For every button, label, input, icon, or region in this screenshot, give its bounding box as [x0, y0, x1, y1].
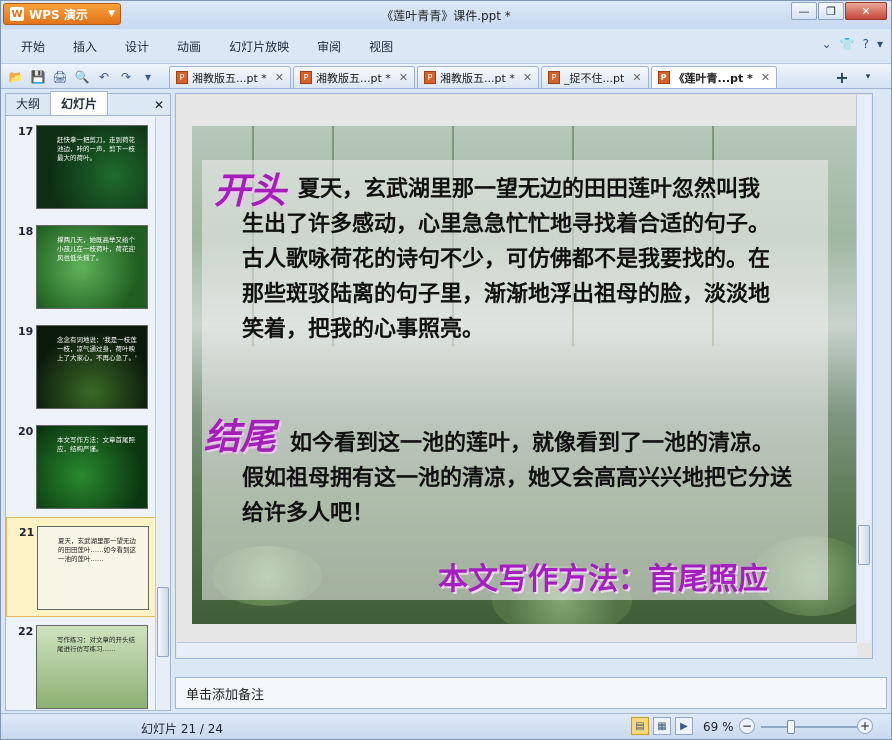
thumbnail-text: 本文写作方法：文章首尾照应，结构严谨。 — [57, 436, 135, 453]
zoom-out-button[interactable]: − — [739, 718, 755, 734]
close-icon[interactable]: ✕ — [632, 71, 641, 84]
notes-pane[interactable]: 单击添加备注 — [175, 677, 887, 709]
menu-review[interactable]: 审阅 — [303, 38, 355, 55]
skin-icon[interactable]: 👕 — [840, 37, 855, 51]
undo-icon[interactable]: ↶ — [95, 68, 113, 86]
thumbnail-item[interactable]: 20 本文写作方法：文章首尾照应，结构严谨。 — [6, 417, 156, 517]
doc-tab[interactable]: P _捉不住...pt ✕ — [541, 66, 649, 88]
title-bar: W WPS 演示 ▼ 《莲叶青青》课件.ppt * — ❐ ✕ — [1, 1, 891, 29]
tab-slides[interactable]: 幻灯片 — [50, 91, 109, 115]
ending-paragraph[interactable]: 如今看到这一池的莲叶，就像看到了一池的清凉。假如祖母拥有这一池的清凉，她又会高高… — [242, 426, 794, 531]
scrollbar-thumb[interactable] — [157, 587, 169, 657]
thumbnail-list: 17 赶快拿一把剪刀，走到荷花池边，咔的一声，剪下一枝最大的荷叶。 18 撑两几… — [6, 117, 156, 710]
slide-thumbnail[interactable]: 写作练习：对文章的开头结尾进行仿写练习…… — [36, 625, 148, 709]
ppt-file-icon: P — [424, 71, 437, 84]
thumbnail-scrollbar[interactable] — [155, 117, 170, 710]
thumbnail-number: 20 — [18, 425, 34, 438]
customize-toolbar-icon[interactable]: ▾ — [139, 68, 157, 86]
close-icon[interactable]: ✕ — [399, 71, 408, 84]
slide-thumbnail[interactable]: 念念有词地说：'我是一枝莲一枝，凉气通过身，荷叶映上了大家心，不再心急了。' — [36, 325, 148, 409]
slide-panel: 大纲 幻灯片 ✕ 17 赶快拿一把剪刀，走到荷花池边，咔的一声，剪下一枝最大的荷… — [5, 91, 171, 711]
thumbnail-number: 17 — [18, 125, 34, 138]
thumbnail-number: 21 — [19, 526, 35, 539]
help-icon[interactable]: ? — [863, 37, 869, 51]
close-icon[interactable]: ✕ — [154, 98, 164, 112]
thumbnail-number: 18 — [18, 225, 34, 238]
menu-view[interactable]: 视图 — [355, 38, 407, 55]
thumbnail-item-selected[interactable]: 21 夏天，玄武湖里那一望无边的田田莲叶……如今看到这一池的莲叶…… — [6, 517, 156, 617]
slide-thumbnail[interactable]: 本文写作方法：文章首尾照应，结构严谨。 — [36, 425, 148, 509]
menu-design[interactable]: 设计 — [111, 38, 163, 55]
normal-view-icon[interactable]: ▤ — [631, 717, 649, 735]
doc-tab-active[interactable]: P 《莲叶青...pt * ✕ — [650, 66, 778, 88]
opening-paragraph[interactable]: 夏天，玄武湖里那一望无边的田田莲叶忽然叫我生出了许多感动，心里急急忙忙地寻找着合… — [242, 172, 778, 347]
notes-placeholder: 单击添加备注 — [186, 688, 265, 703]
restore-button[interactable]: ❐ — [818, 2, 844, 20]
thumbnail-number: 19 — [18, 325, 34, 338]
thumbnail-item[interactable]: 17 赶快拿一把剪刀，走到荷花池边，咔的一声，剪下一枝最大的荷叶。 — [6, 117, 156, 217]
minimize-button[interactable]: — — [791, 2, 817, 20]
doc-tab-label: 湘教版五...pt * — [192, 71, 267, 85]
slide-vertical-scrollbar[interactable] — [856, 95, 871, 643]
chevron-down-icon[interactable]: ⌄ — [822, 37, 832, 51]
thumbnail-text: 赶快拿一把剪刀，走到荷花池边，咔的一声，剪下一枝最大的荷叶。 — [57, 136, 135, 162]
open-folder-icon[interactable]: 📂 — [7, 68, 25, 86]
ppt-file-icon: P — [176, 71, 188, 84]
menu-insert[interactable]: 插入 — [59, 38, 111, 55]
close-icon[interactable]: ✕ — [761, 71, 770, 84]
zoom-in-button[interactable]: + — [857, 718, 873, 734]
save-icon[interactable]: 💾 — [29, 68, 47, 86]
doc-tab-label: 《莲叶青...pt * — [673, 71, 753, 85]
new-tab-button[interactable]: + — [831, 68, 853, 87]
zoom-level: 69 % — [703, 720, 734, 734]
slide-editor: 开头 夏天，玄武湖里那一望无边的田田莲叶忽然叫我生出了许多感动，心里急急忙忙地寻… — [175, 93, 873, 659]
doc-tab[interactable]: P 湘教版五...pt * ✕ — [417, 66, 540, 88]
slide-thumbnail[interactable]: 夏天，玄武湖里那一望无边的田田莲叶……如今看到这一池的莲叶…… — [37, 526, 149, 610]
quick-toolbar: 📂 💾 🖨 🔍 ↶ ↷ ▾ P 湘教版五...pt * ✕ P 湘教版五...p… — [1, 63, 891, 89]
thumbnail-text: 写作练习：对文章的开头结尾进行仿写练习…… — [57, 636, 135, 653]
thumbnail-text: 撑两几天，她既高举又给个小孩儿在一枝荷叶，荷花迎风也低头摇了。 — [57, 236, 135, 262]
wps-window: W WPS 演示 ▼ 《莲叶青青》课件.ppt * — ❐ ✕ 开始 插入 设计… — [0, 0, 892, 740]
print-preview-icon[interactable]: 🔍 — [73, 68, 91, 86]
slide-counter: 幻灯片 21 / 24 — [141, 722, 224, 736]
doc-tab[interactable]: P 湘教版五...pt * ✕ — [293, 66, 416, 88]
close-icon[interactable]: ✕ — [523, 71, 532, 84]
scrollbar-thumb[interactable] — [858, 525, 870, 565]
writing-method-title[interactable]: 本文写作方法：首尾照应 — [438, 554, 768, 598]
zoom-slider[interactable] — [761, 726, 857, 728]
menu-home[interactable]: 开始 — [1, 38, 59, 55]
menu-animation[interactable]: 动画 — [163, 38, 215, 55]
ppt-file-icon: P — [657, 71, 670, 84]
slideshow-icon[interactable]: ▶ — [675, 717, 693, 735]
tab-outline[interactable]: 大纲 — [6, 92, 50, 115]
doc-tab[interactable]: P 湘教版五...pt * ✕ — [169, 66, 292, 88]
slide-horizontal-scrollbar[interactable] — [177, 642, 857, 657]
thumbnail-item[interactable]: 22 写作练习：对文章的开头结尾进行仿写练习…… — [6, 617, 156, 710]
doc-tab-label: 湘教版五...pt * — [316, 71, 391, 85]
thumbnail-text: 念念有词地说：'我是一枝莲一枝，凉气通过身，荷叶映上了大家心，不再心急了。' — [57, 336, 137, 362]
current-slide[interactable]: 开头 夏天，玄武湖里那一望无边的田田莲叶忽然叫我生出了许多感动，心里急急忙忙地寻… — [192, 126, 858, 624]
redo-icon[interactable]: ↷ — [117, 68, 135, 86]
print-icon[interactable]: 🖨 — [51, 68, 69, 86]
slide-thumbnail[interactable]: 撑两几天，她既高举又给个小孩儿在一枝荷叶，荷花迎风也低头摇了。 — [36, 225, 148, 309]
zoom-slider-handle[interactable] — [787, 720, 795, 734]
status-bar: 幻灯片 21 / 24 ▤ ▦ ▶ 69 % − + — [1, 713, 891, 739]
thumbnail-text: 夏天，玄武湖里那一望无边的田田莲叶……如今看到这一池的莲叶…… — [58, 537, 136, 563]
slide-thumbnail[interactable]: 赶快拿一把剪刀，走到荷花池边，咔的一声，剪下一枝最大的荷叶。 — [36, 125, 148, 209]
thumbnail-number: 22 — [18, 625, 34, 638]
menu-slideshow[interactable]: 幻灯片放映 — [215, 38, 303, 55]
menu-bar: 开始 插入 设计 动画 幻灯片放映 审阅 视图 ⌄ 👕 ? ▾ — [1, 33, 891, 59]
doc-tab-label: _捉不住...pt — [564, 71, 625, 85]
window-title: 《莲叶青青》课件.ppt * — [381, 9, 511, 23]
close-icon[interactable]: ✕ — [275, 71, 284, 84]
slide-sorter-icon[interactable]: ▦ — [653, 717, 671, 735]
doc-tab-label: 湘教版五...pt * — [440, 71, 515, 85]
tab-list-button[interactable]: ▾ — [859, 68, 877, 86]
ppt-file-icon: P — [548, 71, 561, 84]
thumbnail-item[interactable]: 18 撑两几天，她既高举又给个小孩儿在一枝荷叶，荷花迎风也低头摇了。 — [6, 217, 156, 317]
ppt-file-icon: P — [300, 71, 313, 84]
close-button[interactable]: ✕ — [845, 2, 887, 20]
thumbnail-item[interactable]: 19 念念有词地说：'我是一枝莲一枝，凉气通过身，荷叶映上了大家心，不再心急了。… — [6, 317, 156, 417]
chevron-down-icon[interactable]: ▾ — [877, 37, 883, 51]
